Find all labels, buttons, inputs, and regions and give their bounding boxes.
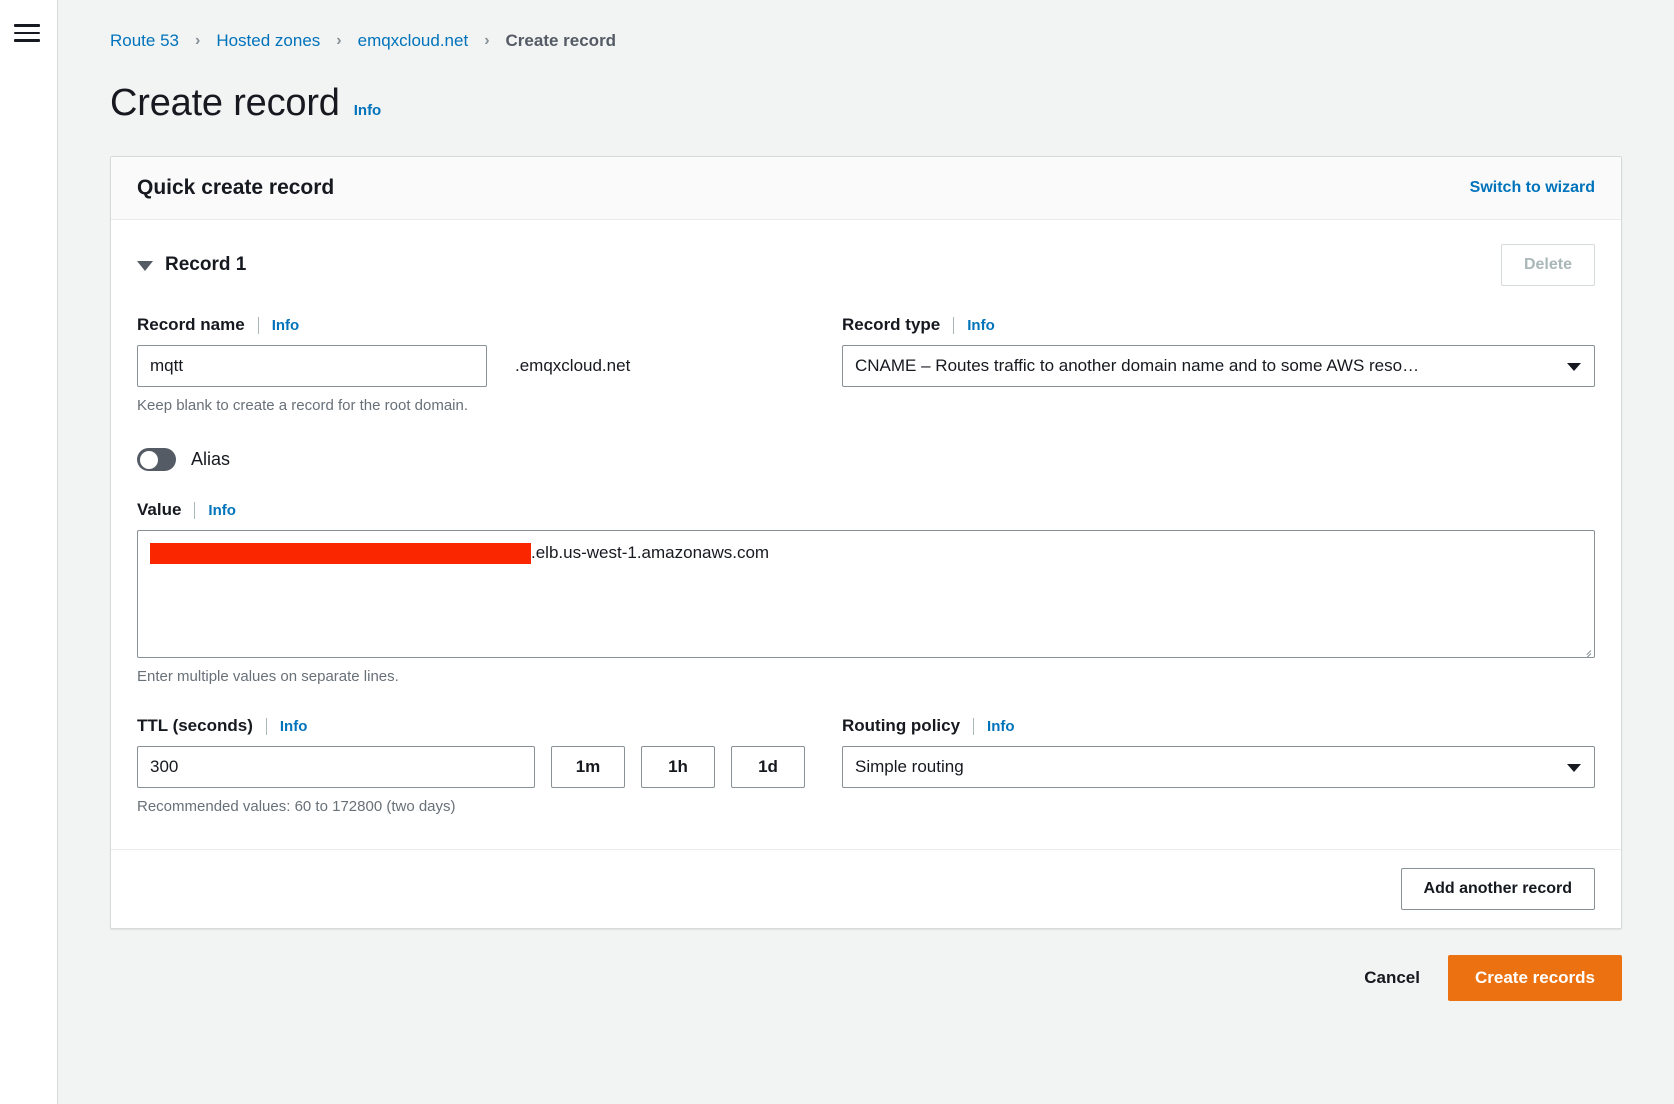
ttl-input[interactable] — [137, 746, 535, 788]
record-name-field: Record name Info .emqxcloud.net Keep bla… — [137, 314, 842, 416]
record-name-label: Record name — [137, 314, 245, 336]
card-footer: Add another record — [111, 849, 1621, 928]
routing-policy-label: Routing policy — [842, 715, 960, 737]
ttl-label-row: TTL (seconds) Info — [137, 715, 842, 737]
ttl-routing-row: TTL (seconds) Info 1m 1h 1d Recommended … — [137, 715, 1595, 817]
record-label: Record 1 — [165, 254, 246, 276]
value-label-row: Value Info — [137, 499, 1595, 521]
ttl-label: TTL (seconds) — [137, 715, 253, 737]
ttl-field: TTL (seconds) Info 1m 1h 1d Recommended … — [137, 715, 842, 817]
delete-record-button[interactable]: Delete — [1501, 244, 1595, 286]
record-type-label: Record type — [842, 314, 940, 336]
cancel-button[interactable]: Cancel — [1358, 958, 1426, 998]
record-name-input-row: .emqxcloud.net — [137, 345, 842, 387]
chevron-down-icon — [1567, 764, 1581, 772]
record-type-selected-value: CNAME – Routes traffic to another domain… — [855, 356, 1419, 376]
value-label: Value — [137, 499, 181, 521]
value-info-link[interactable]: Info — [208, 502, 236, 519]
record-header-row: Record 1 Delete — [137, 244, 1595, 286]
ttl-preset-1m-button[interactable]: 1m — [551, 746, 625, 788]
record-name-input[interactable] — [137, 345, 487, 387]
alias-toggle-knob — [140, 451, 158, 469]
record-type-select[interactable]: CNAME – Routes traffic to another domain… — [842, 345, 1595, 387]
page-header: Create record Info — [58, 52, 1674, 126]
console-page: Route 53 › Hosted zones › emqxcloud.net … — [0, 0, 1674, 1104]
value-field: Value Info .elb.us-west-1.amazonaws.com — [137, 499, 1595, 687]
ttl-info-link[interactable]: Info — [280, 718, 308, 735]
label-divider — [973, 718, 974, 735]
routing-policy-label-row: Routing policy Info — [842, 715, 1595, 737]
add-another-record-button[interactable]: Add another record — [1401, 868, 1595, 910]
breadcrumb-separator-icon: › — [320, 30, 357, 52]
page-title: Create record — [110, 80, 340, 126]
record-expand-toggle[interactable]: Record 1 — [137, 254, 246, 276]
value-textarea[interactable]: .elb.us-west-1.amazonaws.com — [137, 530, 1595, 658]
routing-policy-field: Routing policy Info Simple routing — [842, 715, 1595, 817]
routing-policy-selected-value: Simple routing — [855, 757, 964, 777]
alias-toggle[interactable] — [137, 448, 176, 471]
value-textarea-line: .elb.us-west-1.amazonaws.com — [150, 541, 1582, 565]
record-type-info-link[interactable]: Info — [967, 317, 995, 334]
create-records-button[interactable]: Create records — [1448, 955, 1622, 1001]
chevron-down-icon — [1567, 363, 1581, 371]
page-info-link[interactable]: Info — [354, 102, 382, 119]
record-name-label-row: Record name Info — [137, 314, 842, 336]
alias-toggle-row: Alias — [137, 448, 1595, 471]
breadcrumb-separator-icon: › — [179, 30, 216, 52]
value-domain-suffix: .elb.us-west-1.amazonaws.com — [531, 541, 769, 565]
label-divider — [266, 718, 267, 735]
record-type-field: Record type Info CNAME – Routes traffic … — [842, 314, 1595, 416]
hamburger-menu-icon[interactable] — [14, 20, 44, 46]
record-type-label-row: Record type Info — [842, 314, 1595, 336]
switch-to-wizard-link[interactable]: Switch to wizard — [1470, 179, 1595, 197]
page-content: Route 53 › Hosted zones › emqxcloud.net … — [58, 0, 1674, 1104]
textarea-resize-handle[interactable] — [1578, 641, 1592, 655]
label-divider — [953, 317, 954, 334]
label-divider — [258, 317, 259, 334]
breadcrumb: Route 53 › Hosted zones › emqxcloud.net … — [58, 0, 1674, 52]
record-name-info-link[interactable]: Info — [272, 317, 300, 334]
breadcrumb-item-create-record: Create record — [506, 30, 617, 52]
label-divider — [194, 502, 195, 519]
routing-policy-select[interactable]: Simple routing — [842, 746, 1595, 788]
breadcrumb-item-route-53[interactable]: Route 53 — [110, 30, 179, 52]
record-name-domain-suffix: .emqxcloud.net — [515, 356, 630, 376]
breadcrumb-separator-icon: › — [468, 30, 505, 52]
caret-down-icon — [137, 261, 153, 271]
card-title: Quick create record — [137, 175, 334, 201]
card-body: Record 1 Delete Record name Info — [111, 220, 1621, 823]
side-nav-rail — [0, 0, 58, 1104]
card-header: Quick create record Switch to wizard — [111, 157, 1621, 220]
ttl-preset-1d-button[interactable]: 1d — [731, 746, 805, 788]
quick-create-record-card: Quick create record Switch to wizard Rec… — [110, 156, 1622, 929]
ttl-controls: 1m 1h 1d — [137, 746, 842, 788]
value-hint: Enter multiple values on separate lines. — [137, 667, 1595, 687]
breadcrumb-item-hosted-zones[interactable]: Hosted zones — [216, 30, 320, 52]
ttl-hint: Recommended values: 60 to 172800 (two da… — [137, 797, 842, 817]
redacted-value-block — [150, 543, 531, 564]
page-actions: Cancel Create records — [58, 929, 1674, 1001]
alias-label: Alias — [191, 449, 230, 470]
breadcrumb-item-emqxcloud-net[interactable]: emqxcloud.net — [358, 30, 469, 52]
record-name-hint: Keep blank to create a record for the ro… — [137, 396, 842, 416]
ttl-preset-1h-button[interactable]: 1h — [641, 746, 715, 788]
routing-policy-info-link[interactable]: Info — [987, 718, 1015, 735]
name-type-row: Record name Info .emqxcloud.net Keep bla… — [137, 314, 1595, 416]
